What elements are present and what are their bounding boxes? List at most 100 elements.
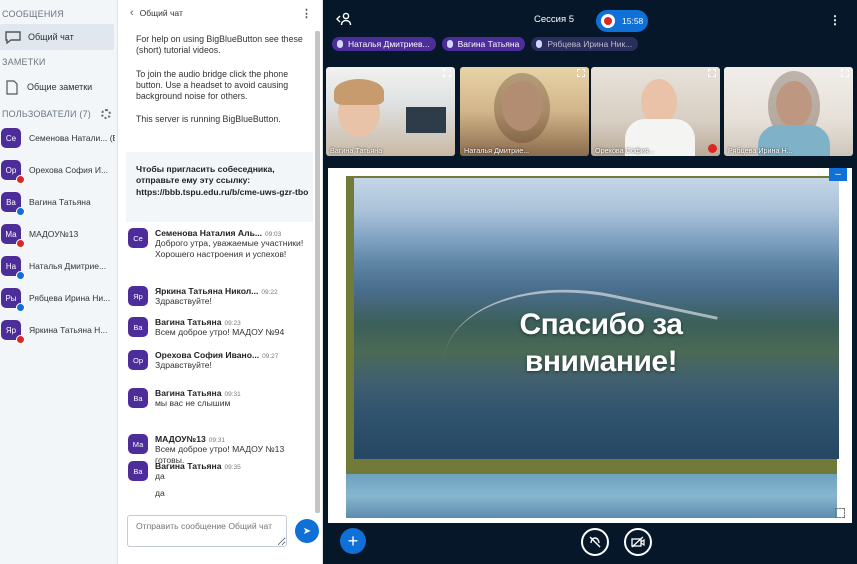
talking-user-indicator[interactable]: Вагина Татьяна <box>441 37 526 51</box>
user-list-toggle-icon[interactable] <box>336 12 352 28</box>
user-list-item[interactable]: Ва Вагина Татьяна <box>0 186 117 218</box>
chat-sender-name: Вагина Татьяна <box>155 388 222 398</box>
user-list-item[interactable]: Ма МАДОУ№13 <box>0 218 117 250</box>
video-tile[interactable]: Рябцева Ирина Н... <box>724 67 853 156</box>
avatar: Ва <box>128 317 148 337</box>
fullscreen-icon[interactable] <box>708 69 716 77</box>
user-name: Орехова София И... <box>29 165 109 175</box>
avatar: Ва <box>128 388 148 408</box>
join-audio-button[interactable] <box>581 528 609 556</box>
chat-message-body: Вагина Татьяна 09:31 мы вас не слышим <box>155 388 313 409</box>
chat-sender-name: Орехова София Ивано... <box>155 350 260 360</box>
user-name: Семенова Натали... (Вы) <box>29 133 115 143</box>
talking-user-indicator[interactable]: Наталья Дмитриев... <box>332 37 436 51</box>
user-list-item[interactable]: Ор Орехова София И... <box>0 154 117 186</box>
chat-message-text: Доброго утра, уважаемые участники! Хорош… <box>155 238 304 259</box>
user-list-item[interactable]: На Наталья Дмитрие... <box>0 250 117 282</box>
avatar: Ва <box>128 461 148 481</box>
microphone-icon <box>536 40 543 48</box>
microphone-icon <box>337 40 343 48</box>
chat-message-body: Яркина Татьяна Никол... 09:22 Здравствуйте… <box>155 286 313 307</box>
user-name: Вагина Татьяна <box>29 197 91 207</box>
user-list-item[interactable]: Се Семенова Натали... (Вы) <box>0 122 117 154</box>
chat-message-text: да <box>155 488 165 498</box>
avatar-initials: На <box>5 261 17 271</box>
chat-sender-name: Яркина Татьяна Никол... <box>155 286 259 296</box>
avatar-initials: Ва <box>6 197 16 207</box>
avatar: Ва <box>1 192 25 216</box>
muted-mic-icon <box>16 335 25 344</box>
gear-icon[interactable] <box>101 109 111 119</box>
chat-panel: ‹ Общий чат ⋮ For help on using BigBlueB… <box>118 0 323 564</box>
avatar: На <box>1 256 25 280</box>
document-icon <box>3 78 21 96</box>
chat-timestamp: 09:35 <box>224 464 241 471</box>
notes-section-title: ЗАМЕТКИ <box>2 57 46 67</box>
recording-indicator[interactable]: 15:58 <box>596 10 648 32</box>
video-tile[interactable]: Вагина Татьяна <box>326 67 455 156</box>
chat-message-text: Здравствуйте! <box>155 360 212 370</box>
plus-icon: + <box>347 531 359 551</box>
avatar-initials: Ор <box>132 355 143 365</box>
chat-timestamp: 09:23 <box>224 320 241 327</box>
actions-plus-button[interactable]: + <box>340 528 366 554</box>
user-list-item[interactable]: Яр Яркина Татьяна Н... <box>0 314 117 346</box>
welcome-message: For help on using BigBlueButton see thes… <box>136 34 314 138</box>
muted-mic-icon <box>16 175 25 184</box>
avatar: Се <box>128 228 148 248</box>
video-tile[interactable]: Наталья Дмитрие... <box>460 67 589 156</box>
avatar: Ор <box>1 160 25 184</box>
chat-scrollbar-thumb[interactable] <box>315 31 320 513</box>
chat-message-body: Вагина Татьяна 09:35 да <box>155 461 313 482</box>
avatar-initials: Ва <box>133 322 143 332</box>
chat-message: Ва Вагина Татьяна 09:31 мы вас не слышим <box>126 388 314 409</box>
user-name: Яркина Татьяна Н... <box>29 325 108 335</box>
talking-user-indicator[interactable]: Рябцева Ирина Ник... <box>531 37 639 51</box>
avatar-initials: Яр <box>133 291 143 301</box>
chat-message-text: мы вас не слышим <box>155 398 231 408</box>
user-name: МАДОУ№13 <box>29 229 79 239</box>
welcome-text-1: For help on using BigBlueButton see thes… <box>136 34 303 56</box>
chat-title[interactable]: Общий чат <box>140 8 183 18</box>
fullscreen-icon[interactable] <box>577 69 585 77</box>
webcam-monitor <box>406 107 446 133</box>
shared-notes-item[interactable]: Общие заметки <box>0 76 117 98</box>
chat-message-text: Всем доброе утро! МАДОУ №94 <box>155 327 285 337</box>
slide-water-strip <box>346 474 837 518</box>
audio-off-icon <box>589 536 601 548</box>
presentation-area: Спасибо за внимание! – <box>328 168 852 523</box>
session-title: Сессия 5 <box>534 14 575 25</box>
send-message-button[interactable]: ➤ <box>295 519 319 543</box>
avatar: Ор <box>128 350 148 370</box>
video-tile[interactable]: Орехова София... <box>591 67 720 156</box>
chat-options-icon[interactable]: ⋮ <box>301 7 312 20</box>
avatar-initials: Ры <box>5 293 17 303</box>
listen-only-icon <box>16 303 25 312</box>
minimize-presentation-button[interactable]: – <box>829 168 847 181</box>
chat-message-body: Вагина Татьяна 09:23 Всем доброе утро! МАД… <box>155 317 313 338</box>
chat-message-input[interactable] <box>127 515 287 547</box>
share-webcam-button[interactable] <box>624 528 652 556</box>
muted-mic-icon <box>16 239 25 248</box>
chat-message: Ва Вагина Татьяна 09:23 Всем доброе утро! М… <box>126 317 314 338</box>
chat-timestamp: 09:31 <box>208 437 226 444</box>
messages-section-title: СООБЩЕНИЯ <box>2 9 64 19</box>
muted-icon <box>708 144 717 153</box>
chat-message-text: Здравствуйте! <box>155 296 212 306</box>
chat-message-header: Вагина Татьяна 09:35 <box>155 461 313 471</box>
invite-link-box: Чтобы пригласить собеседника, отправьте … <box>126 152 313 222</box>
avatar-initials: Се <box>5 133 17 143</box>
user-list-item[interactable]: Ры Рябцева Ирина Ни... <box>0 282 117 314</box>
fullscreen-icon[interactable] <box>841 69 849 77</box>
avatar-initials: Ор <box>5 165 17 175</box>
fullscreen-icon[interactable] <box>443 69 451 77</box>
public-chat-item[interactable]: Общий чат <box>0 24 114 50</box>
avatar: Ма <box>128 434 148 454</box>
talking-user-name: Рябцева Ирина Ник... <box>547 39 633 49</box>
users-section-title: ПОЛЬЗОВАТЕЛИ (7) <box>2 109 91 119</box>
fullscreen-presentation-icon[interactable] <box>835 508 845 518</box>
chat-message-body: Семенова Наталия Аль... 09:03 Доброго утра… <box>155 228 313 260</box>
chevron-left-icon[interactable]: ‹ <box>130 7 134 19</box>
options-menu-icon[interactable]: ⋮ <box>829 13 841 27</box>
chat-message-header: Вагина Татьяна 09:31 <box>155 388 313 398</box>
